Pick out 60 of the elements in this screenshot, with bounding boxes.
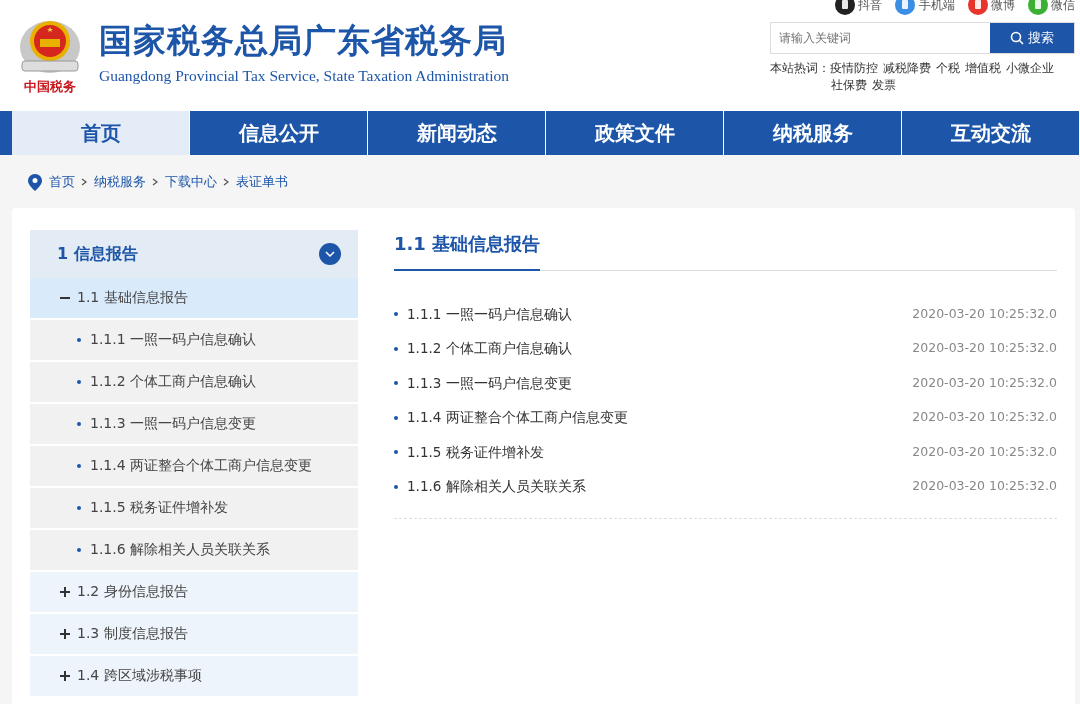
bullet-icon (77, 421, 81, 426)
bullet-icon (394, 346, 398, 351)
hot-words-label: 本站热词： (770, 61, 830, 75)
breadcrumb-link[interactable]: 下载中心 (164, 173, 217, 192)
breadcrumb-link[interactable]: 首页 (48, 173, 75, 192)
sidebar-subitem[interactable]: 1.1.5 税务证件增补发 (30, 487, 358, 530)
file-link[interactable]: 1.1.3 一照一码户信息变更 (394, 372, 572, 394)
sidebar-item[interactable]: 1.3 制度信息报告 (30, 613, 358, 656)
file-date: 2020-03-20 10:25:32.0 (912, 477, 1057, 496)
sidebar-item[interactable]: 1.1 基础信息报告 (30, 277, 358, 320)
hot-word-link[interactable]: 增值税 (965, 61, 1001, 75)
sidebar-subitem[interactable]: 1.1.4 两证整合个体工商户信息变更 (30, 445, 358, 488)
search-icon (1010, 30, 1025, 45)
search-button[interactable]: 搜索 (990, 22, 1074, 53)
file-link[interactable]: 1.1.6 解除相关人员关联关系 (394, 476, 586, 497)
hot-word-link[interactable]: 减税降费 (883, 61, 931, 75)
file-date: 2020-03-20 10:25:32.0 (912, 339, 1057, 358)
file-link[interactable]: 1.1.5 税务证件增补发 (394, 441, 544, 463)
sidebar-subitem[interactable]: 1.1.2 个体工商户信息确认 (30, 361, 358, 404)
bullet-icon (77, 463, 81, 468)
sidebar-item[interactable]: 1.4 跨区域涉税事项 (30, 655, 358, 698)
hot-word-link[interactable]: 小微企业 (1006, 61, 1054, 75)
hot-word-link[interactable]: 个税 (936, 61, 960, 75)
sidebar-item[interactable]: 1.2 身份信息报告 (30, 571, 358, 614)
file-link[interactable]: 1.1.4 两证整合个体工商户信息变更 (394, 407, 628, 428)
breadcrumb-link[interactable]: 表证单书 (235, 173, 288, 192)
site-title: 国家税务总局广东省税务局 (99, 24, 508, 58)
chevron-icon (152, 178, 158, 187)
sidebar-subitem[interactable]: 1.1.6 解除相关人员关联关系 (30, 529, 358, 572)
bullet-icon (77, 337, 81, 342)
file-date: 2020-03-20 10:25:32.0 (912, 408, 1057, 427)
file-link[interactable]: 1.1.1 一照一码户信息确认 (394, 303, 572, 325)
file-date: 2020-03-20 10:25:32.0 (912, 304, 1057, 323)
sidebar-subitem[interactable]: 1.1.3 一照一码户信息变更 (30, 403, 358, 446)
location-pin-icon (28, 173, 42, 191)
breadcrumb-link[interactable]: 纳税服务 (93, 173, 146, 192)
file-date: 2020-03-20 10:25:32.0 (912, 442, 1057, 461)
chevron-icon (81, 178, 87, 187)
bullet-icon (77, 547, 81, 552)
bullet-icon (394, 312, 398, 316)
chevron-icon (223, 178, 229, 187)
bullet-icon (77, 379, 81, 384)
social-link[interactable]: 微信 (1027, 0, 1075, 15)
nav-tab[interactable]: 首页 (12, 111, 190, 155)
hot-word-link[interactable]: 疫情防控 (830, 61, 878, 75)
logo-caption: 中国税务 (24, 77, 76, 96)
section-title: 1.1 基础信息报告 (394, 229, 541, 271)
sidebar-header[interactable]: 1 信息报告 (30, 229, 358, 278)
bullet-icon (394, 484, 398, 489)
bullet-icon (394, 381, 398, 385)
sidebar-subitem[interactable]: 1.1.1 一照一码户信息确认 (30, 319, 358, 362)
bullet-icon (394, 450, 398, 454)
search-field[interactable]: 请输入关键词 搜索 (770, 21, 1075, 54)
hot-word-link[interactable]: 社保费 (831, 78, 867, 92)
site-subtitle: Guangdong Provincial Tax Service, State Taxation Administration (99, 65, 510, 86)
file-date: 2020-03-20 10:25:32.0 (912, 373, 1057, 392)
file-link[interactable]: 1.1.2 个体工商户信息确认 (394, 338, 572, 359)
bullet-icon (77, 505, 81, 510)
bullet-icon (394, 415, 398, 420)
hot-word-link[interactable]: 发票 (872, 78, 896, 92)
